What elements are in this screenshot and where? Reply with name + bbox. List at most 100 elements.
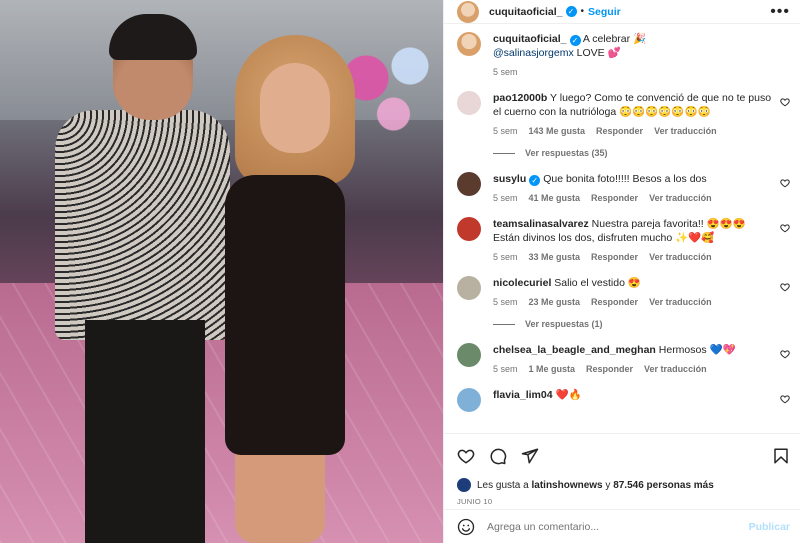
reply-button[interactable]: Responder — [591, 252, 638, 262]
caption-mention[interactable]: @salinasjorgemx — [493, 47, 574, 59]
comment-meta: 5 sem 143 Me gusta Responder Ver traducc… — [493, 126, 772, 136]
comment-time[interactable]: 5 sem — [493, 126, 518, 136]
comment-likes[interactable]: 143 Me gusta — [529, 126, 586, 136]
caption-text-after: LOVE 💕 — [576, 47, 621, 59]
verified-badge-icon: ✓ — [529, 175, 541, 186]
comment-text-block: pao12000b Y luego? Como te convenció de … — [493, 91, 772, 119]
comment-username[interactable]: teamsalinasalvarez — [493, 218, 589, 230]
comment-like-heart-icon[interactable] — [780, 349, 790, 359]
likes-middle: y — [605, 479, 611, 491]
reply-button[interactable]: Responder — [591, 193, 638, 203]
view-replies-button[interactable]: Ver respuestas (1) — [493, 319, 790, 329]
reply-button[interactable]: Responder — [591, 297, 638, 307]
comment: chelsea_la_beagle_and_meghan Hermosos 💙💖… — [457, 343, 790, 374]
caption-meta: 5 sem — [493, 67, 772, 77]
comment-icon[interactable] — [489, 447, 507, 465]
view-replies-button[interactable]: Ver respuestas (35) — [493, 148, 790, 158]
comment-like-heart-icon[interactable] — [780, 178, 790, 188]
comment-time[interactable]: 5 sem — [493, 364, 518, 374]
comment-meta: 5 sem 33 Me gusta Responder Ver traducci… — [493, 252, 772, 262]
comment-like-heart-icon[interactable] — [780, 97, 790, 107]
comment-username[interactable]: chelsea_la_beagle_and_meghan — [493, 344, 656, 356]
caption-time[interactable]: 5 sem — [493, 67, 518, 77]
reply-button[interactable]: Responder — [586, 364, 633, 374]
photo-woman — [215, 35, 385, 543]
follow-button[interactable]: Seguir — [588, 6, 621, 18]
caption-text: cuquitaoficial_ ✓ A celebrar 🎉 @salinasjo… — [493, 32, 772, 60]
comment-avatar[interactable] — [457, 343, 481, 367]
action-bar — [444, 433, 800, 477]
author-avatar[interactable] — [457, 0, 479, 23]
post-comment-button[interactable]: Publicar — [749, 521, 790, 533]
save-bookmark-icon[interactable] — [772, 447, 790, 465]
comment-avatar[interactable] — [457, 388, 481, 412]
comment: flavia_lim04 ❤️🔥 — [457, 388, 790, 412]
caption: cuquitaoficial_ ✓ A celebrar 🎉 @salinasjo… — [457, 32, 790, 77]
comment-likes[interactable]: 41 Me gusta — [529, 193, 581, 203]
comment: pao12000b Y luego? Como te convenció de … — [457, 91, 790, 136]
comment-time[interactable]: 5 sem — [493, 297, 518, 307]
comment-username[interactable]: pao12000b — [493, 92, 547, 104]
comment-text-block: flavia_lim04 ❤️🔥 — [493, 388, 772, 402]
add-comment-bar: Publicar — [444, 509, 800, 543]
comment-meta: 5 sem 1 Me gusta Responder Ver traducció… — [493, 364, 772, 374]
liker-avatar[interactable] — [457, 478, 471, 492]
comment-username[interactable]: susylu — [493, 173, 526, 185]
comment-container: pao12000b Y luego? Como te convenció de … — [457, 91, 790, 412]
replies-line — [493, 323, 515, 325]
caption-username[interactable]: cuquitaoficial_ — [493, 33, 567, 45]
comment: nicolecuriel Salio el vestido 😍 5 sem 23… — [457, 276, 790, 307]
comment-meta: 5 sem 23 Me gusta Responder Ver traducci… — [493, 297, 772, 307]
comment-likes[interactable]: 23 Me gusta — [529, 297, 581, 307]
caption-text-before: A celebrar 🎉 — [582, 33, 647, 45]
comment-username[interactable]: nicolecuriel — [493, 277, 551, 289]
liker-username[interactable]: latinshownews — [532, 480, 603, 491]
view-replies-label[interactable]: Ver respuestas (1) — [525, 319, 603, 329]
comment-likes[interactable]: 33 Me gusta — [529, 252, 581, 262]
author-username[interactable]: cuquitaoficial_ — [489, 6, 563, 18]
comment-like-heart-icon[interactable] — [780, 223, 790, 233]
replies-line — [493, 152, 515, 154]
view-replies-label[interactable]: Ver respuestas (35) — [525, 148, 608, 158]
comments-list[interactable]: cuquitaoficial_ ✓ A celebrar 🎉 @salinasjo… — [444, 24, 800, 433]
see-translation-button[interactable]: Ver traducción — [649, 193, 712, 203]
comment-likes[interactable]: 1 Me gusta — [529, 364, 576, 374]
see-translation-button[interactable]: Ver traducción — [654, 126, 717, 136]
comment-avatar[interactable] — [457, 172, 481, 196]
comment-text-block: susylu ✓ Que bonita foto!!!!! Besos a los… — [493, 172, 772, 186]
share-icon[interactable] — [521, 447, 539, 465]
comment-text: ❤️🔥 — [555, 389, 582, 401]
comment-username[interactable]: flavia_lim04 — [493, 389, 553, 401]
post-date[interactable]: JUNIO 10 — [444, 493, 800, 509]
likes-count[interactable]: 87.546 personas más — [613, 480, 714, 491]
post-header: cuquitaoficial_ ✓ • Seguir ••• — [444, 0, 800, 24]
comment-avatar[interactable] — [457, 276, 481, 300]
like-heart-icon[interactable] — [457, 447, 475, 465]
see-translation-button[interactable]: Ver traducción — [649, 297, 712, 307]
comment-like-heart-icon[interactable] — [780, 394, 790, 404]
instagram-post-view: cuquitaoficial_ ✓ • Seguir ••• cuquitaof… — [0, 0, 800, 543]
see-translation-button[interactable]: Ver traducción — [644, 364, 707, 374]
comment: teamsalinasalvarez Nuestra pareja favori… — [457, 217, 790, 262]
likes-prefix: Les gusta a — [477, 479, 529, 491]
see-translation-button[interactable]: Ver traducción — [649, 252, 712, 262]
more-options-icon[interactable]: ••• — [770, 3, 790, 19]
comment-avatar[interactable] — [457, 217, 481, 241]
reply-button[interactable]: Responder — [596, 126, 643, 136]
comment-time[interactable]: 5 sem — [493, 252, 518, 262]
comment-meta: 5 sem 41 Me gusta Responder Ver traducci… — [493, 193, 772, 203]
comment-text-block: teamsalinasalvarez Nuestra pareja favori… — [493, 217, 772, 245]
caption-avatar[interactable] — [457, 32, 481, 56]
comment-text-block: nicolecuriel Salio el vestido 😍 — [493, 276, 772, 290]
comment-text: Salio el vestido 😍 — [554, 277, 641, 289]
comment-text: Que bonita foto!!!!! Besos a los dos — [543, 173, 707, 185]
comment-like-heart-icon[interactable] — [780, 282, 790, 292]
comment-time[interactable]: 5 sem — [493, 193, 518, 203]
comment-avatar[interactable] — [457, 91, 481, 115]
post-photo[interactable] — [0, 0, 443, 543]
likes-summary: Les gusta a latinshownews y 87.546 perso… — [444, 477, 800, 493]
comment-input[interactable] — [487, 520, 749, 533]
comment-text-block: chelsea_la_beagle_and_meghan Hermosos 💙💖 — [493, 343, 772, 357]
separator-dot: • — [580, 6, 585, 17]
emoji-icon[interactable] — [457, 518, 475, 536]
